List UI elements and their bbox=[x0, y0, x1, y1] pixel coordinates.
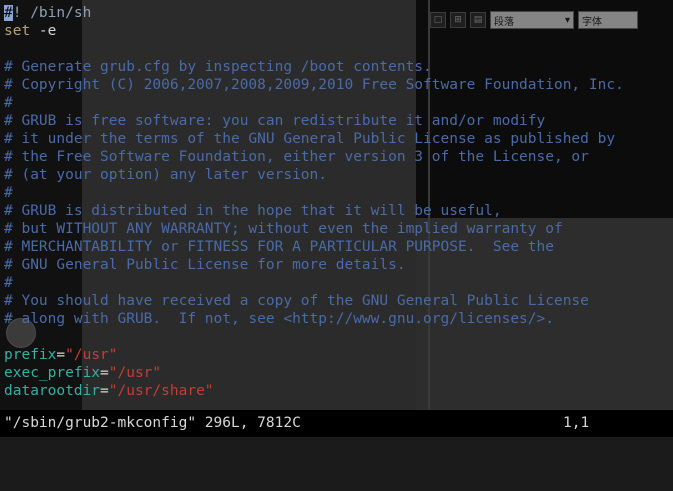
editor-line[interactable] bbox=[4, 328, 673, 346]
status-cursor-position: 1,1 bbox=[563, 415, 590, 431]
variable-name: datarootdir bbox=[4, 383, 101, 399]
text-cursor: # bbox=[4, 5, 13, 21]
assign-operator: = bbox=[100, 383, 109, 399]
editor-line[interactable]: prefix="/usr" bbox=[4, 346, 673, 364]
assign-operator: = bbox=[56, 347, 66, 363]
shebang-text: ! /bin/sh bbox=[12, 5, 92, 21]
editor-line[interactable]: # the Free Software Foundation, either v… bbox=[4, 148, 673, 166]
editor-line[interactable]: # bbox=[4, 184, 673, 202]
editor-text-area[interactable]: #! /bin/sh set -e # Generate grub.cfg by i… bbox=[4, 4, 673, 400]
variable-name: prefix bbox=[4, 347, 57, 363]
editor-line[interactable]: exec_prefix="/usr" bbox=[4, 364, 673, 382]
comment-text: # bbox=[4, 185, 13, 201]
comment-text: # GRUB is distributed in the hope that i… bbox=[4, 203, 502, 219]
editor-line[interactable]: # Copyright (C) 2006,2007,2008,2009,2010… bbox=[4, 76, 673, 94]
comment-text: # along with GRUB. If not, see <http://w… bbox=[4, 311, 554, 327]
editor-line[interactable]: # Generate grub.cfg by inspecting /boot … bbox=[4, 58, 673, 76]
editor-line[interactable]: # GNU General Public License for more de… bbox=[4, 256, 673, 274]
comment-text: # bbox=[4, 275, 13, 291]
assign-operator: = bbox=[100, 365, 109, 381]
shell-keyword: set bbox=[4, 23, 31, 39]
status-file-info: "/sbin/grub2-mkconfig" 296L, 7812C bbox=[4, 415, 301, 431]
editor-line[interactable]: # but WITHOUT ANY WARRANTY; without even… bbox=[4, 220, 673, 238]
editor-line[interactable]: # along with GRUB. If not, see <http://w… bbox=[4, 310, 673, 328]
editor-line[interactable]: # bbox=[4, 274, 673, 292]
keyword-args: -e bbox=[30, 23, 57, 39]
comment-text: # (at your option) any later version. bbox=[4, 167, 328, 183]
editor-line[interactable]: # You should have received a copy of the… bbox=[4, 292, 673, 310]
comment-text: # You should have received a copy of the… bbox=[4, 293, 589, 309]
string-value: "/usr" bbox=[65, 347, 118, 363]
editor-line[interactable]: datarootdir="/usr/share" bbox=[4, 382, 673, 400]
comment-text: # the Free Software Foundation, either v… bbox=[4, 149, 589, 165]
comment-text: # Copyright (C) 2006,2007,2008,2009,2010… bbox=[4, 77, 624, 93]
editor-line[interactable]: set -e bbox=[4, 22, 673, 40]
comment-text: # but WITHOUT ANY WARRANTY; without even… bbox=[4, 221, 563, 237]
vim-status-bar: "/sbin/grub2-mkconfig" 296L, 7812C 1,1 bbox=[0, 410, 673, 437]
comment-text: # bbox=[4, 95, 13, 111]
string-value: "/usr/share" bbox=[108, 383, 214, 399]
editor-line[interactable]: # MERCHANTABILITY or FITNESS FOR A PARTI… bbox=[4, 238, 673, 256]
comment-text: # GRUB is free software: you can redistr… bbox=[4, 113, 546, 129]
string-value: "/usr" bbox=[108, 365, 162, 381]
editor-line[interactable] bbox=[4, 40, 673, 58]
editor-line[interactable]: # bbox=[4, 94, 673, 112]
editor-line[interactable]: # GRUB is free software: you can redistr… bbox=[4, 112, 673, 130]
editor-line[interactable]: # it under the terms of the GNU General … bbox=[4, 130, 673, 148]
comment-text: # MERCHANTABILITY or FITNESS FOR A PARTI… bbox=[4, 239, 554, 255]
editor-line[interactable]: #! /bin/sh bbox=[4, 4, 673, 22]
editor-line[interactable]: # GRUB is distributed in the hope that i… bbox=[4, 202, 673, 220]
editor-line[interactable]: # (at your option) any later version. bbox=[4, 166, 673, 184]
comment-text: # it under the terms of the GNU General … bbox=[4, 131, 616, 147]
comment-text: # Generate grub.cfg by inspecting /boot … bbox=[4, 59, 432, 75]
variable-name: exec_prefix bbox=[4, 365, 101, 381]
comment-text: # GNU General Public License for more de… bbox=[4, 257, 406, 273]
